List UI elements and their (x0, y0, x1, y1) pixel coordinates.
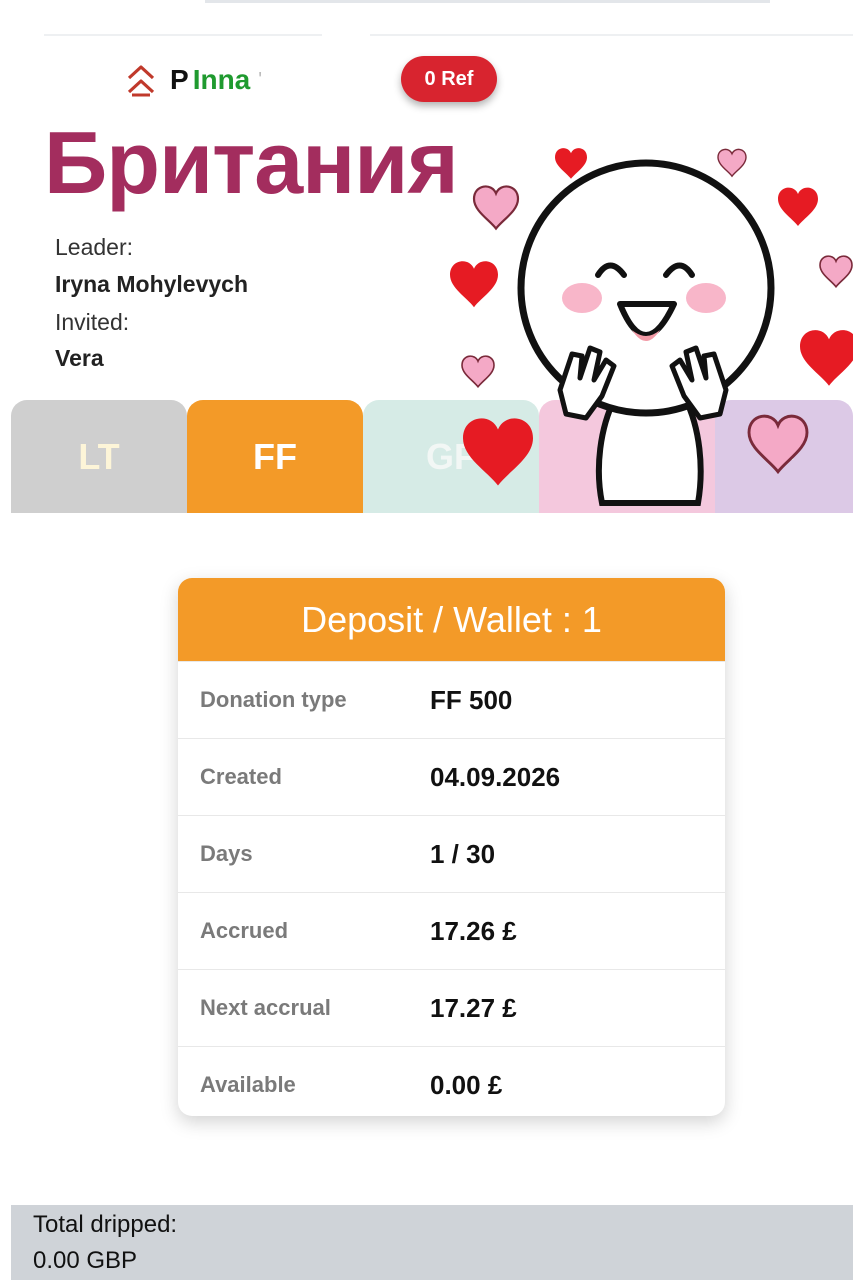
top-divider (205, 0, 770, 3)
brand-tail: ' (258, 68, 263, 91)
program-tabs: LT FF GF F (11, 400, 853, 513)
leader-name: Iryna Mohylevych (55, 271, 249, 297)
tab-gf[interactable]: GF (363, 400, 539, 513)
table-row: Days 1 / 30 (178, 815, 725, 892)
row-label: Days (200, 841, 253, 866)
row-label: Next accrual (200, 995, 331, 1020)
total-dripped-label: Total dripped: (33, 1211, 178, 1238)
row-label: Donation type (200, 687, 347, 712)
invited-label: Invited: (55, 309, 130, 335)
brand-initial: P (170, 64, 189, 95)
double-chevron-up-icon (127, 65, 155, 97)
header-divider-left (44, 34, 322, 36)
row-value: 17.27 £ (430, 992, 517, 1023)
row-value: 1 / 30 (430, 838, 496, 869)
tab-lt[interactable]: LT (11, 400, 187, 513)
page-title: Британия (44, 113, 459, 212)
ref-button[interactable]: 0 Ref (401, 56, 497, 102)
row-label: Created (200, 764, 282, 789)
deposit-card: Deposit / Wallet : 1 Donation type FF 50… (178, 578, 725, 1116)
table-row: Donation type FF 500 (178, 661, 725, 738)
invited-name: Vera (55, 345, 104, 371)
row-label: Available (200, 1072, 296, 1097)
tab-ff[interactable]: FF (187, 400, 363, 513)
row-value: FF 500 (430, 684, 513, 715)
leader-label: Leader: (55, 234, 134, 260)
row-value: 0.00 £ (430, 1069, 503, 1100)
brand-name: Inna (192, 64, 251, 95)
deposit-title: Deposit / Wallet : 1 (178, 578, 725, 661)
row-label: Accrued (200, 918, 289, 943)
header-divider-right (370, 34, 853, 36)
table-row: Created 04.09.2026 (178, 738, 725, 815)
brand[interactable]: P Inna ' (122, 58, 262, 102)
table-row: Accrued 17.26 £ (178, 892, 725, 969)
tab-last[interactable]: F (715, 400, 853, 513)
row-value: 04.09.2026 (430, 761, 561, 792)
total-dripped-bar: Total dripped: 0.00 GBP (11, 1205, 853, 1280)
table-row: Available 0.00 £ (178, 1046, 725, 1116)
row-value: 17.26 £ (430, 915, 517, 946)
total-dripped-value: 0.00 GBP (33, 1247, 138, 1274)
table-row: Next accrual 17.27 £ (178, 969, 725, 1046)
tab-pink[interactable] (539, 400, 715, 513)
